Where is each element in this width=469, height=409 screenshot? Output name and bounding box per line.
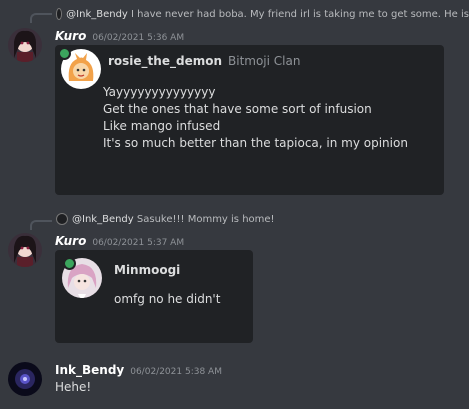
author-name[interactable]: Kuro bbox=[55, 234, 86, 248]
message-content: Hehe! bbox=[55, 380, 92, 394]
embed-line: It's so much better than the tapioca, in… bbox=[103, 136, 408, 150]
embed-clan: Bitmoji Clan bbox=[228, 54, 301, 68]
embed-card: rosie_the_demon Bitmoji Clan Yayyyyyyyyyy… bbox=[55, 45, 444, 195]
author-name[interactable]: Kuro bbox=[55, 29, 86, 43]
online-status-icon bbox=[63, 257, 76, 270]
avatar[interactable] bbox=[8, 28, 42, 62]
reply-content: Sasuke!!! Mommy is home! bbox=[136, 213, 275, 225]
reply-spine bbox=[30, 13, 52, 23]
embed-line: omfg no he didn't bbox=[114, 292, 221, 306]
avatar[interactable] bbox=[8, 233, 42, 267]
embed-line: Yayyyyyyyyyyyyyy bbox=[103, 85, 216, 99]
reply-spine bbox=[30, 220, 52, 230]
embed-line: Like mango infused bbox=[103, 119, 221, 133]
reply-username[interactable]: @Ink_Bendy bbox=[72, 214, 134, 225]
reply-preview[interactable]: @Ink_Bendy Sasuke!!! Mommy is home! bbox=[56, 213, 275, 225]
embed-username[interactable]: Minmoogi bbox=[114, 263, 180, 277]
embed-card: Minmoogi omfg no he didn't bbox=[55, 250, 253, 343]
reply-content: I have never had boba. My friend irl is … bbox=[131, 8, 469, 20]
timestamp: 06/02/2021 5:36 AM bbox=[92, 33, 185, 43]
online-status-icon bbox=[58, 47, 71, 60]
timestamp: 06/02/2021 5:38 AM bbox=[130, 367, 222, 377]
reply-avatar bbox=[56, 8, 63, 20]
avatar[interactable] bbox=[8, 362, 42, 396]
reply-avatar bbox=[56, 213, 68, 225]
reply-username[interactable]: @Ink_Bendy bbox=[66, 9, 128, 20]
embed-body: omfg no he didn't bbox=[114, 291, 220, 308]
timestamp: 06/02/2021 5:37 AM bbox=[92, 238, 185, 248]
author-name[interactable]: Ink_Bendy bbox=[55, 363, 124, 377]
embed-line: Get the ones that have some sort of infu… bbox=[103, 102, 372, 116]
embed-username[interactable]: rosie_the_demon bbox=[108, 54, 222, 68]
reply-preview[interactable]: @Ink_Bendy I have never had boba. My fri… bbox=[56, 8, 469, 20]
embed-body: Yayyyyyyyyyyyyyy Get the ones that have … bbox=[103, 84, 408, 152]
